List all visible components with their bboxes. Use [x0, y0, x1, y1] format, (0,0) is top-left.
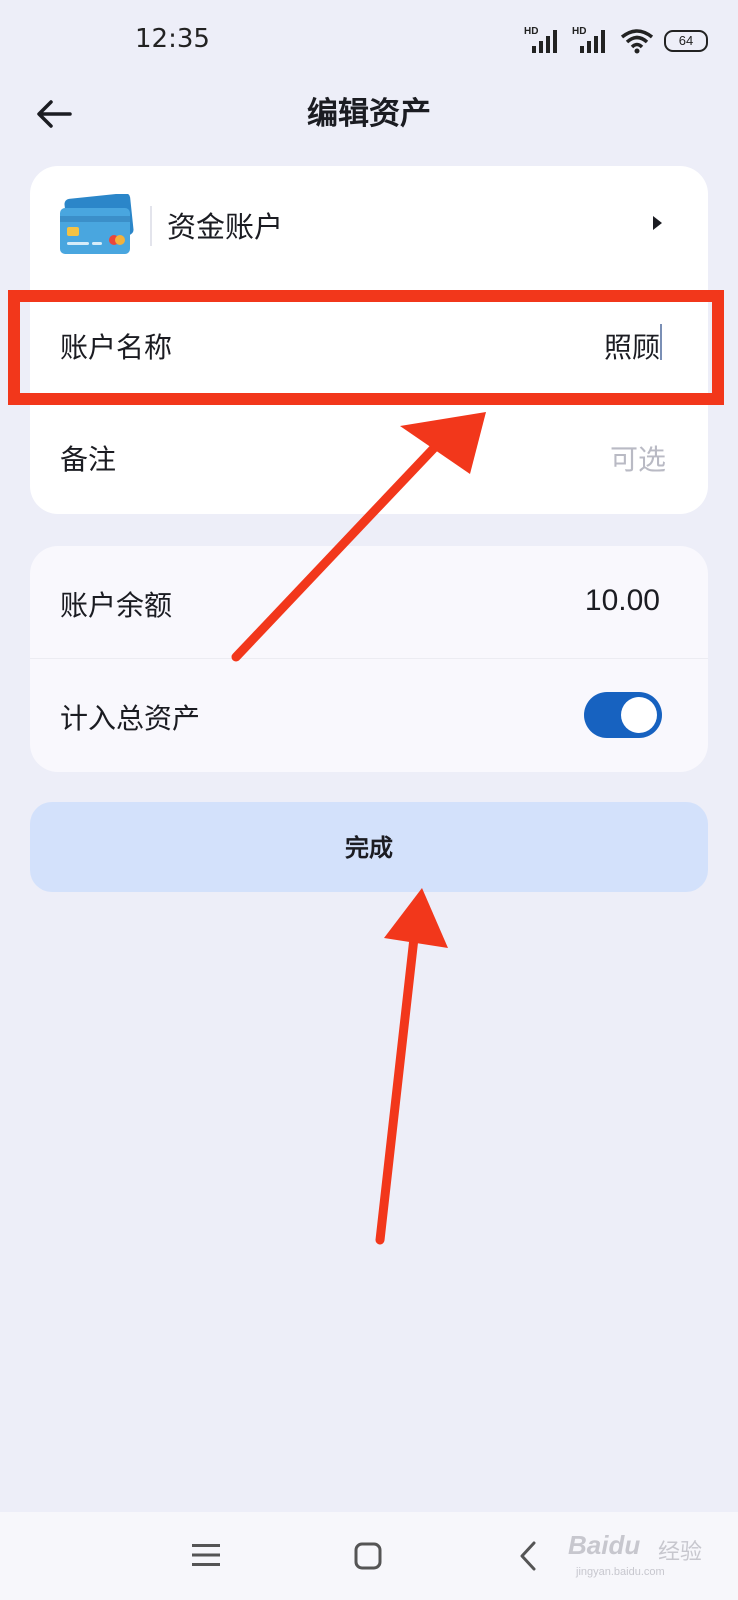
signal-icon: HD [524, 26, 562, 54]
watermark-url: jingyan.baidu.com [576, 1566, 665, 1578]
account-type-row[interactable]: 资金账户 [30, 166, 708, 286]
watermark-text: 经验 [658, 1539, 703, 1564]
status-bar: 12:35 HD HD 64 [0, 0, 738, 84]
status-icons: HD HD 64 [524, 26, 708, 54]
text-cursor [660, 324, 662, 360]
battery-icon: 64 [664, 30, 708, 52]
menu-icon[interactable] [192, 1542, 220, 1568]
arrow-right-icon [653, 216, 662, 230]
include-total-label: 计入总资产 [60, 702, 201, 735]
account-name-row[interactable]: 账户名称 照顾 [30, 286, 708, 400]
watermark-logo: Baidu [568, 1530, 641, 1560]
balance-row[interactable]: 账户余额 10.00 [30, 546, 708, 659]
account-name-label: 账户名称 [60, 331, 173, 364]
note-input[interactable]: 可选 [610, 438, 666, 478]
page-title: 编辑资产 [307, 96, 431, 132]
note-label: 备注 [60, 443, 117, 476]
account-type-label: 资金账户 [167, 210, 284, 244]
account-info-card: 资金账户 账户名称 照顾 备注 可选 [30, 166, 708, 514]
account-name-input[interactable]: 照顾 [604, 326, 660, 366]
divider [150, 206, 152, 246]
credit-card-icon [60, 194, 134, 254]
arrow-left-icon [37, 100, 72, 128]
include-total-row: 计入总资产 [30, 659, 708, 772]
done-button[interactable]: 完成 [30, 802, 708, 892]
include-total-toggle[interactable] [584, 692, 662, 738]
arrow-annotation-lower [375, 888, 448, 1245]
watermark: Baidu 经验 jingyan.baidu.com [566, 1528, 726, 1588]
balance-card: 账户余额 10.00 计入总资产 [30, 546, 708, 772]
signal-icon-2: HD [572, 26, 610, 54]
note-row[interactable]: 备注 可选 [30, 400, 708, 514]
toggle-knob [621, 697, 657, 733]
chevron-left-icon[interactable] [518, 1540, 538, 1572]
status-time: 12:35 [135, 24, 210, 54]
balance-input[interactable]: 10.00 [585, 584, 660, 618]
back-button[interactable] [32, 92, 76, 136]
home-square-icon[interactable] [354, 1542, 382, 1570]
balance-label: 账户余额 [60, 589, 173, 622]
wifi-icon [620, 29, 654, 54]
